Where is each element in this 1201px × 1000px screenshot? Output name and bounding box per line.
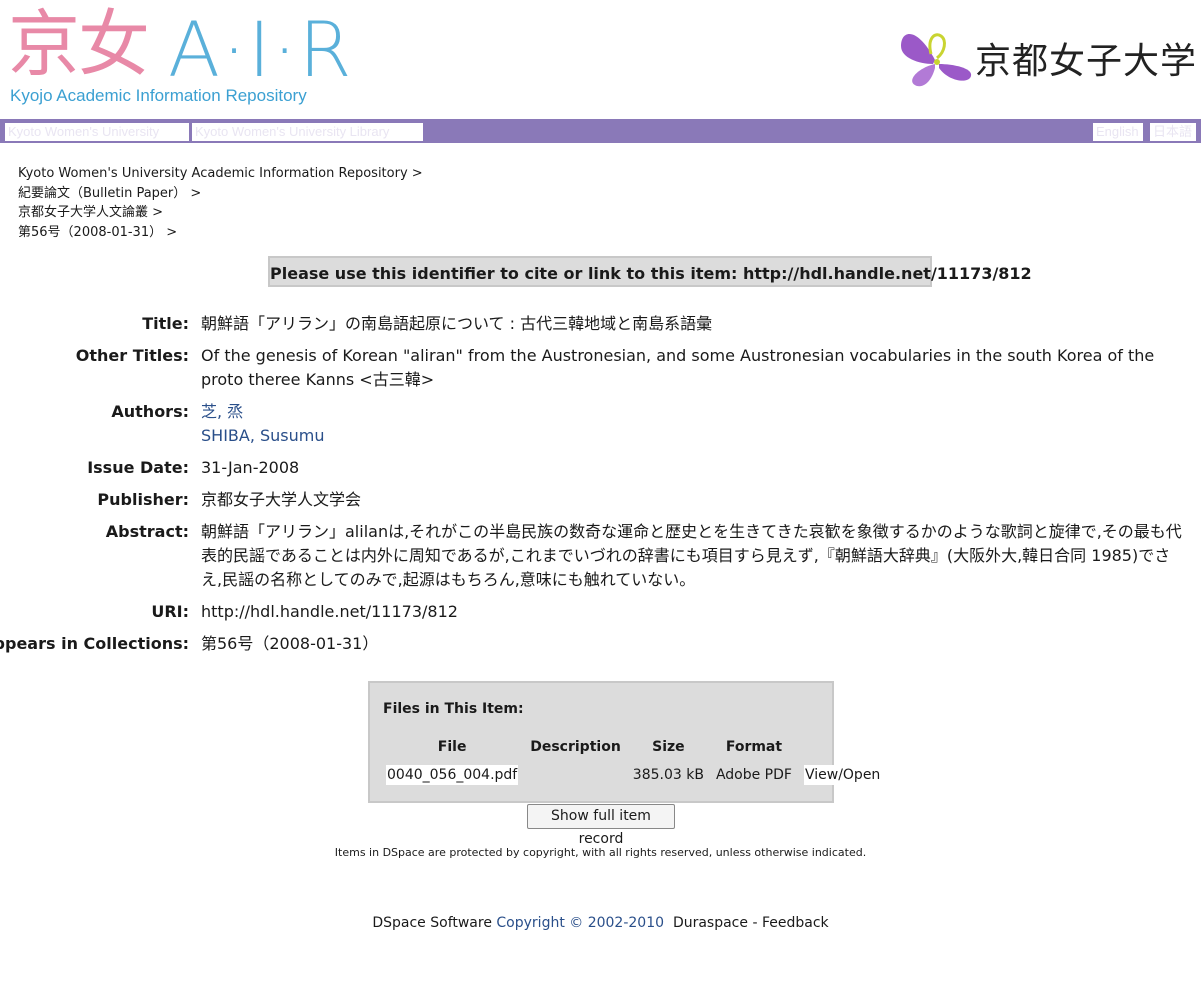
breadcrumb-item-issue[interactable]: 第56号（2008-01-31） > xyxy=(18,223,423,243)
footer-separator: - xyxy=(752,915,758,931)
breadcrumb-item-journal[interactable]: 京都女子大学人文論叢 > xyxy=(18,203,423,223)
file-cell: 0040_056_004.pdf xyxy=(380,759,524,791)
other-titles-value: Of the genesis of Korean "aliran" from t… xyxy=(201,346,1155,389)
col-header-action xyxy=(798,735,887,759)
author-link[interactable]: SHIBA, Susumu xyxy=(201,426,325,445)
title-value: 朝鮮語「アリラン」の南島語起原について : 古代三韓地域と南島系語彙 xyxy=(201,314,713,333)
collections-value[interactable]: 第56号（2008-01-31） xyxy=(201,632,1191,656)
col-header-format: Format xyxy=(725,739,783,755)
nav-link-english[interactable]: English xyxy=(1093,123,1143,141)
files-header-row: File Description Size Format xyxy=(380,735,887,759)
breadcrumb: Kyoto Women's University Academic Inform… xyxy=(18,164,423,242)
col-header-size: Size xyxy=(652,739,685,755)
item-metadata: Title: 朝鮮語「アリラン」の南島語起原について : 古代三韓地域と南島系語… xyxy=(0,312,1201,664)
collections-row: Appears in Collections: 第56号（2008-01-31） xyxy=(0,632,1201,664)
description-cell xyxy=(524,759,627,791)
authors-row: Authors: 芝, 烝 SHIBA, Susumu xyxy=(0,400,1201,456)
action-cell: View/Open xyxy=(798,759,887,791)
authors-label: Authors: xyxy=(111,402,189,421)
uri-value[interactable]: http://hdl.handle.net/11173/812 xyxy=(201,600,1191,624)
top-nav-bar: Kyoto Women's University Kyoto Women's U… xyxy=(0,119,1201,143)
copyright-text: Copyright © 2002-2010 xyxy=(496,915,665,931)
publisher-row: Publisher: 京都女子大学人文学会 xyxy=(0,488,1201,520)
show-full-record-button[interactable]: Show full item record xyxy=(527,804,675,847)
files-panel: Files in This Item: File Description Siz… xyxy=(368,681,882,803)
abstract-label: Abstract: xyxy=(105,522,189,541)
duraspace-link[interactable]: Duraspace xyxy=(673,915,748,931)
view-open-link[interactable]: View/Open xyxy=(803,765,882,785)
publisher-label: Publisher: xyxy=(97,490,189,509)
collections-label: Appears in Collections: xyxy=(0,634,189,653)
butterfly-icon xyxy=(901,33,972,87)
copyright-notice: Items in DSpace are protected by copyrig… xyxy=(334,846,867,859)
abstract-row: Abstract: 朝鮮語「アリラン」alilanは,それがこの半島民族の数奇な… xyxy=(0,520,1201,600)
issue-date-value: 31-Jan-2008 xyxy=(201,458,300,477)
abstract-value: 朝鮮語「アリラン」alilanは,それがこの半島民族の数奇な運命と歴史とを生きて… xyxy=(201,522,1182,589)
breadcrumb-item-repository[interactable]: Kyoto Women's University Academic Inform… xyxy=(18,164,423,184)
authors-value: 芝, 烝 SHIBA, Susumu xyxy=(201,400,1191,448)
other-titles-label: Other Titles: xyxy=(75,346,189,365)
logo-kanji: 京女 xyxy=(8,2,150,86)
kyoto-womens-university-logo[interactable]: 京都女子大学 xyxy=(897,24,1197,94)
files-table: File Description Size Format 0040_056_00… xyxy=(380,735,887,791)
nav-link-japanese[interactable]: 日本語 xyxy=(1150,123,1196,141)
issue-date-row: Issue Date: 31-Jan-2008 xyxy=(0,456,1201,488)
issue-date-label: Issue Date: xyxy=(87,458,189,477)
uri-row: URI: http://hdl.handle.net/11173/812 xyxy=(0,600,1201,632)
site-header: 京女 A·I·R Kyojo Academic Information Repo… xyxy=(0,0,1201,119)
dspace-software-link[interactable]: DSpace Software xyxy=(372,915,492,931)
site-footer: DSpace Software Copyright © 2002-2010 Du… xyxy=(0,915,1201,931)
format-cell: Adobe PDF xyxy=(715,767,792,783)
title-row: Title: 朝鮮語「アリラン」の南島語起原について : 古代三韓地域と南島系語… xyxy=(0,312,1201,344)
breadcrumb-item-bulletin[interactable]: 紀要論文（Bulletin Paper） > xyxy=(18,184,423,204)
files-heading: Files in This Item: xyxy=(383,701,524,717)
other-titles-row: Other Titles: Of the genesis of Korean "… xyxy=(0,344,1201,400)
col-header-description: Description xyxy=(530,739,621,755)
uri-label: URI: xyxy=(151,602,189,621)
feedback-link[interactable]: Feedback xyxy=(762,915,829,931)
col-header-file: File xyxy=(437,739,467,755)
publisher-value: 京都女子大学人文学会 xyxy=(201,490,362,509)
nav-link-university[interactable]: Kyoto Women's University xyxy=(5,123,189,141)
author-link[interactable]: 芝, 烝 xyxy=(201,402,243,421)
file-link[interactable]: 0040_056_004.pdf xyxy=(386,765,519,785)
logo-subtitle: Kyojo Academic Information Repository xyxy=(10,86,307,105)
size-cell: 385.03 kB xyxy=(632,767,704,783)
university-name: 京都女子大学 xyxy=(975,41,1198,82)
cite-identifier-notice: Please use this identifier to cite or li… xyxy=(268,256,1032,287)
logo-air: A·I·R xyxy=(168,5,354,94)
table-row: 0040_056_004.pdf 385.03 kB Adobe PDF Vie… xyxy=(380,759,887,791)
nav-link-library[interactable]: Kyoto Women's University Library xyxy=(192,123,423,141)
title-label: Title: xyxy=(142,314,189,333)
kyojo-air-logo[interactable]: 京女 A·I·R Kyojo Academic Information Repo… xyxy=(8,4,352,112)
